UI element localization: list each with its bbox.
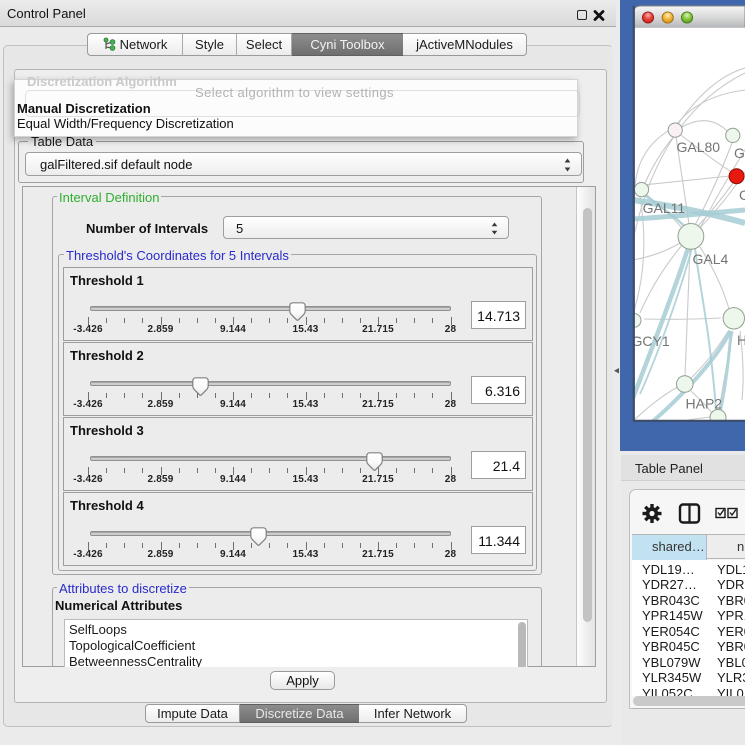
svg-text:GAL11: GAL11 bbox=[643, 200, 686, 216]
svg-text:GCY1: GCY1 bbox=[632, 333, 670, 349]
svg-text:GA: GA bbox=[734, 145, 745, 161]
svg-text:H: H bbox=[737, 332, 745, 348]
svg-text:GAL4: GAL4 bbox=[693, 251, 729, 267]
svg-text:HAP2: HAP2 bbox=[686, 396, 723, 412]
svg-text:GAL80: GAL80 bbox=[677, 139, 721, 155]
svg-text:C: C bbox=[739, 187, 745, 203]
